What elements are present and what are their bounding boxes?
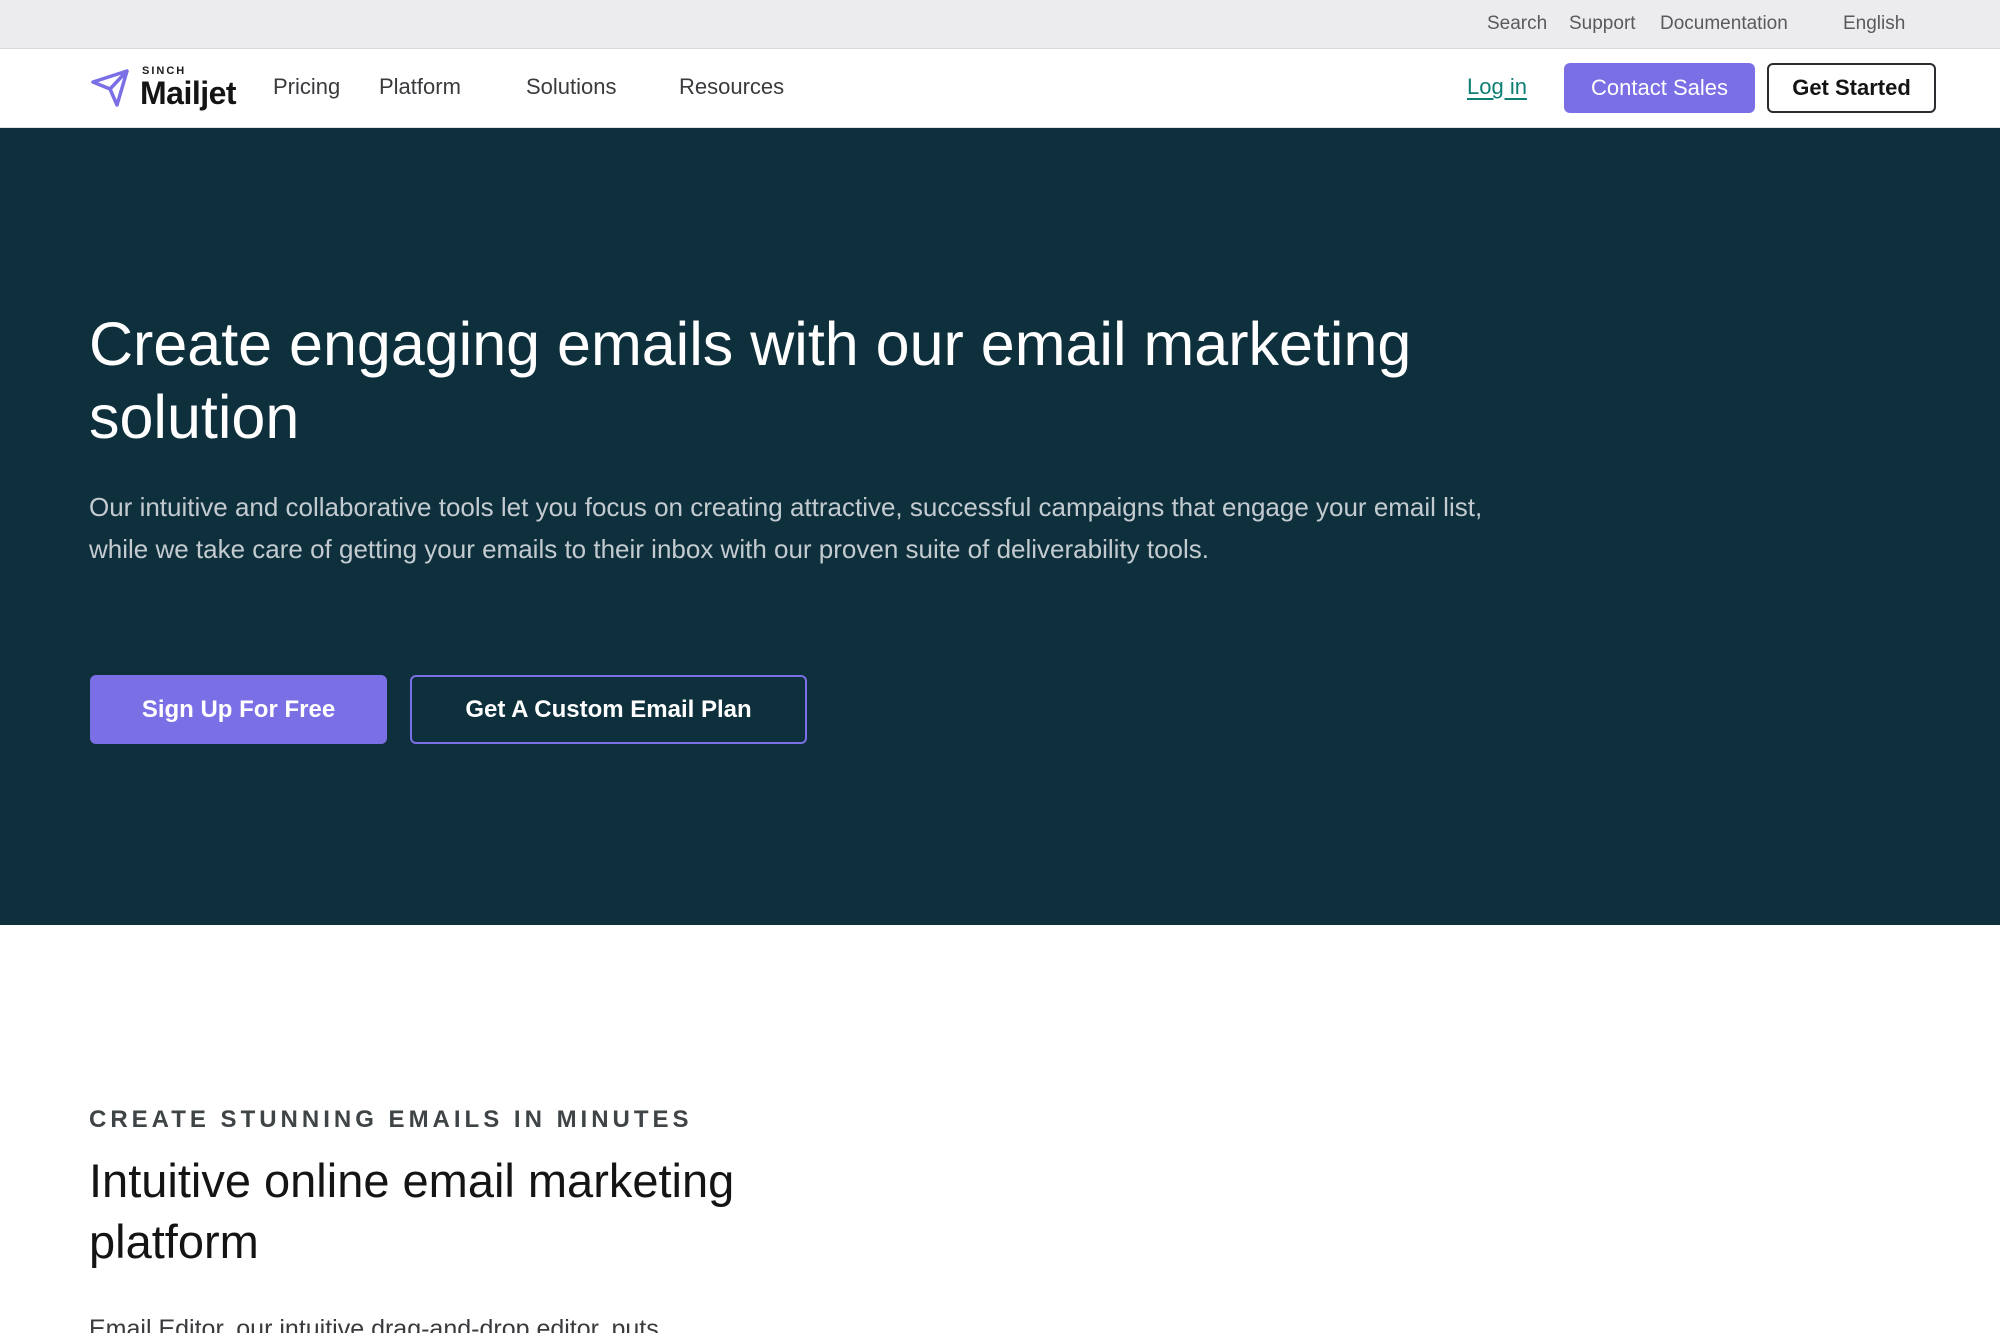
utility-support-link[interactable]: Support [1569,13,1636,35]
section-description: Email Editor, our intuitive drag-and-dro… [89,1315,659,1333]
get-started-button[interactable]: Get Started [1767,63,1936,113]
custom-plan-button[interactable]: Get A Custom Email Plan [410,675,807,744]
login-link[interactable]: Log in [1467,74,1527,100]
nav-item-platform[interactable]: Platform [379,74,461,100]
utility-documentation-link[interactable]: Documentation [1660,13,1788,35]
section-eyebrow: CREATE STUNNING EMAILS IN MINUTES [89,1106,693,1133]
language-selector[interactable]: English [1843,13,1905,35]
contact-sales-button[interactable]: Contact Sales [1564,63,1755,113]
hero-title: Create engaging emails with our email ma… [89,310,1412,451]
section-title: Intuitive online email marketing platfor… [89,1154,735,1268]
logo-wordmark: Mailjet [140,75,237,111]
hero-description: Our intuitive and collaborative tools le… [89,492,1483,564]
main-nav: SINCH Mailjet Pricing Platform Solutions… [0,49,2000,128]
mailjet-logo[interactable]: SINCH Mailjet [90,63,240,115]
hero-section: Create engaging emails with our email ma… [0,128,2000,925]
nav-item-pricing[interactable]: Pricing [273,74,340,100]
sign-up-button[interactable]: Sign Up For Free [90,675,387,744]
nav-item-solutions[interactable]: Solutions [526,74,617,100]
nav-item-resources[interactable]: Resources [679,74,784,100]
paper-plane-icon [91,69,129,107]
utility-search-link[interactable]: Search [1487,13,1547,35]
utility-bar: Search Support Documentation English [0,0,2000,49]
